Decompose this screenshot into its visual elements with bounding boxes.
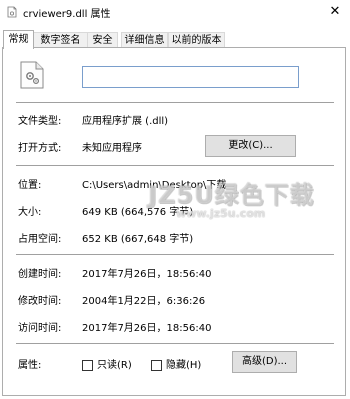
tab-label: 数字签名 bbox=[40, 35, 81, 46]
tab-label: 详细信息 bbox=[124, 35, 165, 46]
window-title: crviewer9.dll 属性 bbox=[23, 9, 111, 20]
general-panel: 文件类型: 应用程序扩展 (.dll) 打开方式: 未知应用程序 更改(C)..… bbox=[2, 47, 346, 396]
file-name-input[interactable] bbox=[82, 66, 299, 88]
separator bbox=[16, 254, 334, 255]
size-on-disk-label: 占用空间: bbox=[18, 234, 62, 245]
hidden-label: 隐藏(H) bbox=[166, 360, 202, 371]
modified-label: 修改时间: bbox=[18, 296, 62, 307]
readonly-checkbox[interactable]: 只读(R) bbox=[82, 356, 132, 371]
location-label: 位置: bbox=[18, 180, 42, 191]
accessed-value: 2017年7月26日，18:56:40 bbox=[82, 323, 212, 334]
opens-with-value: 未知应用程序 bbox=[82, 143, 142, 154]
change-button[interactable]: 更改(C)... bbox=[205, 135, 296, 157]
separator bbox=[16, 165, 334, 166]
created-value: 2017年7月26日，18:56:40 bbox=[82, 269, 212, 280]
tab-previous-versions[interactable]: 以前的版本 bbox=[168, 32, 225, 47]
tab-security[interactable]: 安全 bbox=[87, 32, 118, 47]
attributes-label: 属性: bbox=[18, 360, 42, 371]
file-type-label: 文件类型: bbox=[18, 116, 62, 127]
tab-label: 安全 bbox=[92, 35, 113, 46]
tab-general[interactable]: 常规 bbox=[3, 30, 34, 49]
size-value: 649 KB (664,576 字节) bbox=[82, 207, 194, 218]
hidden-checkbox[interactable]: 隐藏(H) bbox=[151, 356, 201, 371]
separator bbox=[16, 343, 334, 344]
title-bar: crviewer9.dll 属性 ✕ bbox=[0, 0, 350, 24]
dll-file-icon bbox=[20, 61, 44, 89]
file-icon bbox=[7, 6, 17, 18]
accessed-label: 访问时间: bbox=[18, 323, 62, 334]
close-button[interactable]: ✕ bbox=[320, 0, 350, 24]
advanced-button[interactable]: 高级(D)... bbox=[232, 351, 297, 373]
location-value: C:\Users\admin\Desktop\下载 bbox=[82, 180, 227, 191]
checkbox-box[interactable] bbox=[82, 359, 93, 371]
tab-label: 以前的版本 bbox=[171, 35, 222, 46]
tab-digital-signatures[interactable]: 数字签名 bbox=[33, 32, 88, 47]
separator bbox=[16, 102, 334, 103]
readonly-label: 只读(R) bbox=[97, 360, 132, 371]
size-label: 大小: bbox=[18, 207, 42, 218]
file-type-value: 应用程序扩展 (.dll) bbox=[82, 116, 169, 127]
modified-value: 2004年1月22日，6:36:26 bbox=[82, 296, 206, 307]
tab-label: 常规 bbox=[8, 34, 29, 45]
size-on-disk-value: 652 KB (667,648 字节) bbox=[82, 234, 194, 245]
tab-bar: 常规 数字签名 安全 详细信息 以前的版本 bbox=[0, 30, 350, 49]
opens-with-label: 打开方式: bbox=[18, 143, 62, 154]
checkbox-box[interactable] bbox=[151, 359, 162, 371]
tab-details[interactable]: 详细信息 bbox=[121, 32, 168, 47]
created-label: 创建时间: bbox=[18, 269, 62, 280]
close-icon: ✕ bbox=[329, 4, 341, 19]
